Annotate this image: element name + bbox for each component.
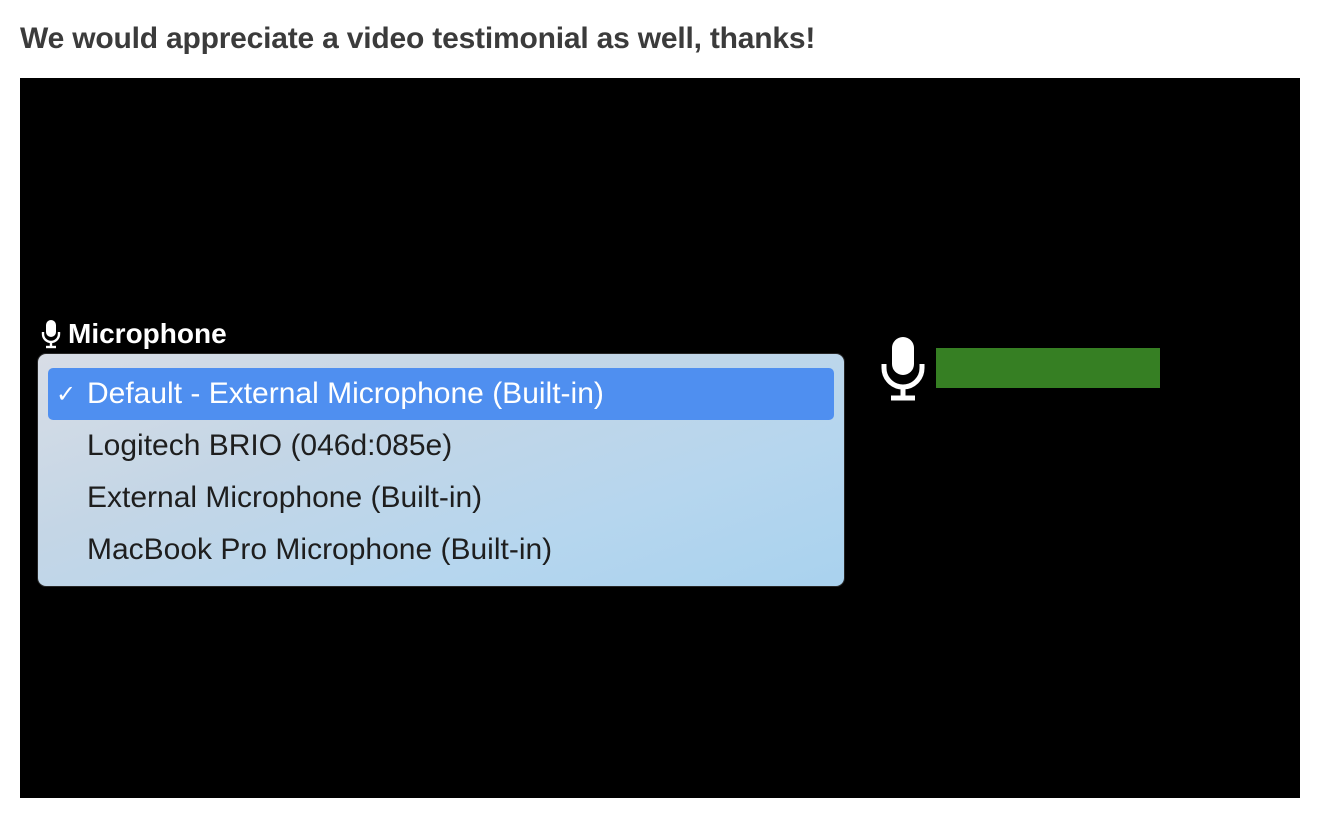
audio-level-meter — [936, 348, 1160, 388]
microphone-option-macbook-pro[interactable]: MacBook Pro Microphone (Built-in) — [48, 524, 834, 576]
microphone-option-label: External Microphone (Built-in) — [87, 481, 483, 514]
video-preview-panel: Microphone ✓ Default - External Micropho… — [20, 78, 1300, 798]
microphone-option-default[interactable]: ✓ Default - External Microphone (Built-i… — [48, 368, 834, 420]
microphone-option-label: Logitech BRIO (046d:085e) — [87, 429, 453, 462]
checkmark-icon: ✓ — [56, 380, 77, 408]
microphone-option-label: Default - External Microphone (Built-in) — [87, 377, 604, 410]
microphone-icon — [40, 319, 62, 349]
microphone-option-logitech-brio[interactable]: Logitech BRIO (046d:085e) — [48, 420, 834, 472]
microphone-label: Microphone — [40, 318, 227, 350]
microphone-label-text: Microphone — [68, 318, 227, 349]
microphone-option-external[interactable]: External Microphone (Built-in) — [48, 472, 834, 524]
testimonial-prompt: We would appreciate a video testimonial … — [20, 22, 816, 55]
microphone-option-label: MacBook Pro Microphone (Built-in) — [87, 533, 553, 566]
microphone-dropdown[interactable]: ✓ Default - External Microphone (Built-i… — [38, 354, 844, 586]
microphone-icon — [878, 336, 928, 402]
